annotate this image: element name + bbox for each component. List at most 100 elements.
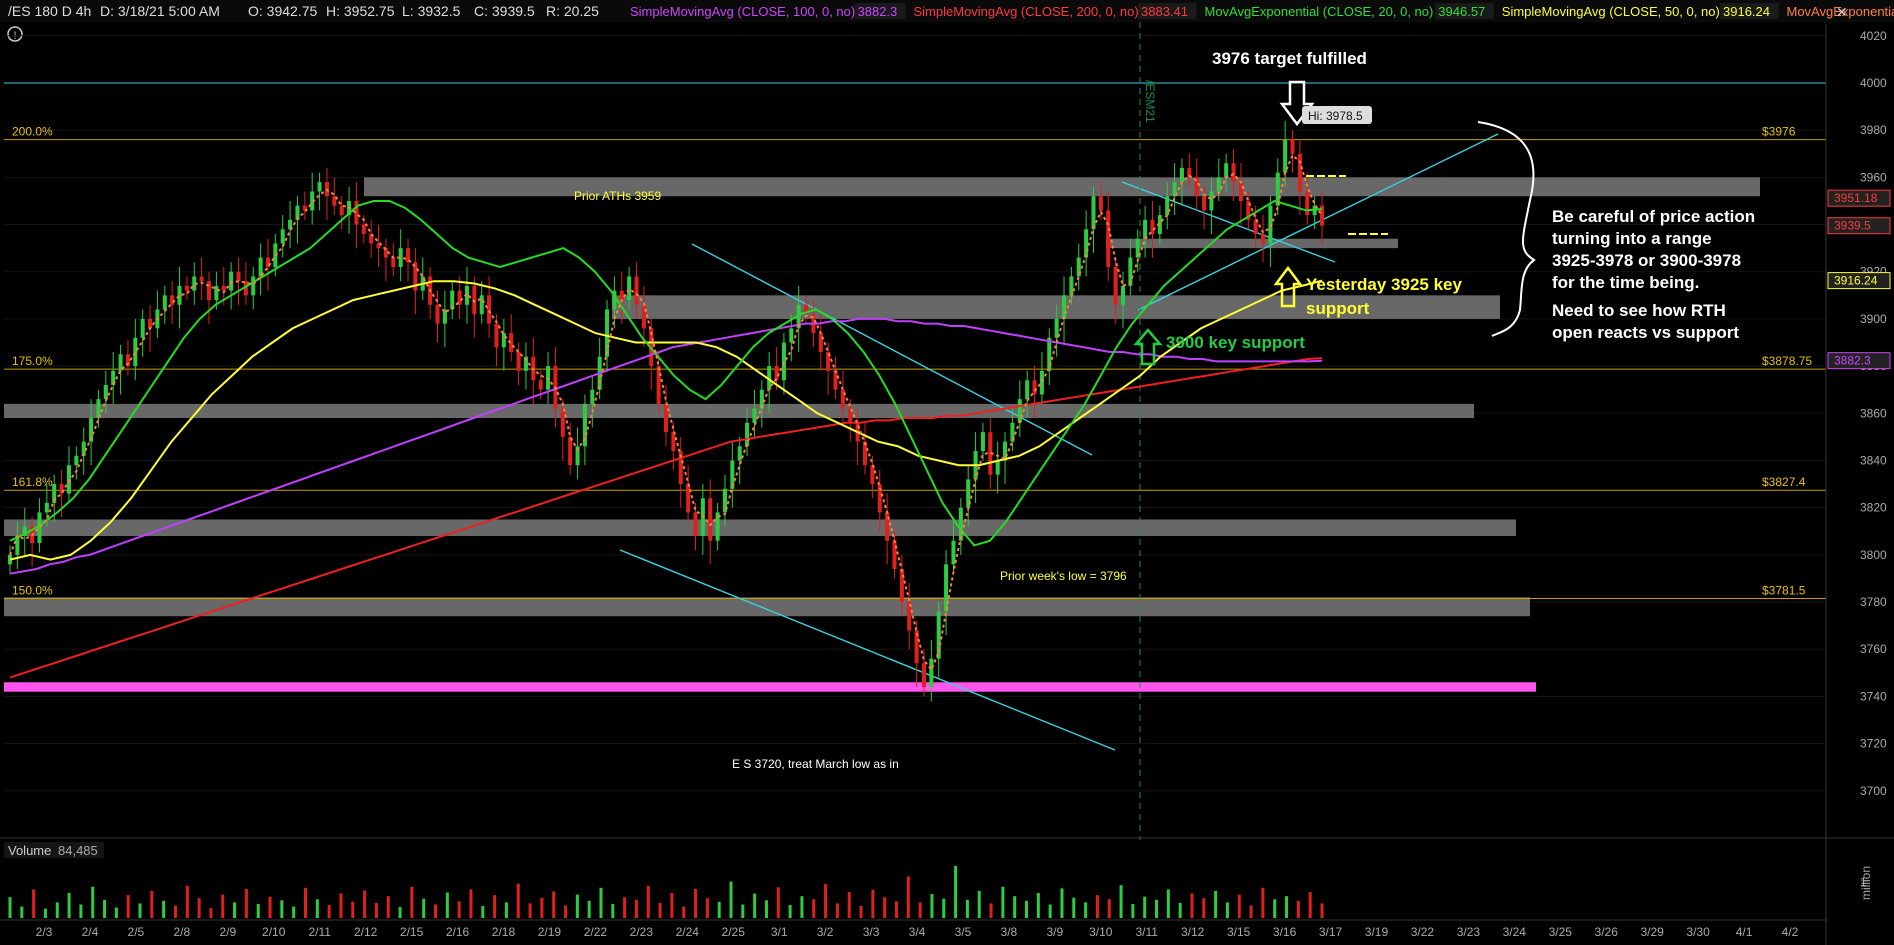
volume-bar [1178,902,1182,918]
volume-bar [457,901,461,918]
x-tick-label: 3/25 [1549,925,1573,939]
candle-body [1165,196,1170,216]
volume-bar [989,903,993,918]
volume-bar [1001,886,1005,918]
volume-bar [1013,896,1017,918]
y-tick-label: 3700 [1860,784,1887,798]
volume-bar [954,866,958,918]
candle-body [184,285,189,291]
x-tick-label: 2/19 [538,925,562,939]
y-tick-label: 3780 [1860,595,1887,609]
volume-bar [729,881,733,918]
annotation-yesterday-support: Yesterday 3925 key [1306,275,1463,294]
volume-bar [705,898,709,918]
x-tick-label: 3/29 [1640,925,1664,939]
volume-bar [741,904,745,918]
volume-bar [445,892,449,918]
candle-body [206,281,212,301]
x-tick-label: 3/8 [1001,925,1018,939]
x-tick-label: 3/19 [1365,925,1389,939]
open-label: O: 3942.75 [248,3,317,19]
volume-bar [528,903,532,918]
candle-body [1120,285,1126,305]
volume-bar [150,890,154,918]
volume-bar [1095,895,1099,918]
volume-bar [481,906,485,918]
candle-body [1290,139,1295,154]
volume-bar [43,908,47,918]
candle-body [590,389,595,404]
candle-body [929,658,934,687]
fib-level-price: $3976 [1762,125,1796,139]
x-tick-label: 2/11 [308,925,331,939]
volume-bar [717,901,721,918]
volume-bar [233,902,237,918]
y-tick-label: 3900 [1860,312,1887,326]
candle-body [641,304,646,329]
candle-body [1202,196,1207,211]
candle-body [892,540,897,570]
x-tick-label: 3/17 [1319,925,1343,939]
range-label: R: 20.25 [546,3,599,19]
volume-bar [126,895,130,918]
volume-bar [883,897,887,918]
volume-bar [1155,899,1159,918]
price-tag-text: 3951.18 [1834,191,1878,205]
volume-bar [504,902,508,918]
x-tick-label: 3/2 [817,925,834,939]
x-tick-label: 3/4 [909,925,926,939]
candle-body [74,455,79,466]
volume-bar [268,896,272,918]
annotation-careful-line: Be careful of price action [1552,207,1755,226]
volume-bar [599,887,603,918]
candle-body [752,408,757,423]
x-tick-label: 2/25 [722,925,746,939]
candle-body [980,432,985,452]
volume-bar [280,900,284,918]
close-icon[interactable]: ✕ [1836,4,1848,20]
x-tick-label: 3/22 [1411,925,1435,939]
volume-bar [670,893,674,918]
volume-bar [91,886,95,918]
candle-body [958,507,963,541]
volume-bar [244,888,248,918]
candle-body [1179,167,1184,183]
volume-bar [1060,888,1064,918]
annotation-yesterday-support-2: support [1306,299,1370,318]
volume-bar [1131,903,1135,918]
volume-bar [363,890,367,918]
volume-bar [1025,900,1029,918]
contract-label: /ESM21 [1143,80,1157,123]
volume-bar [256,903,260,918]
volume-bar [1214,890,1218,918]
low-label: L: 3932.5 [402,3,461,19]
x-tick-label: 3/15 [1227,925,1251,939]
volume-bar [1285,896,1289,918]
volume-bar [398,907,402,918]
volume-bar [292,906,296,918]
price-chart[interactable]: /ES 180 D 4h D: 3/18/21 5:00 AM O: 3942.… [0,0,1894,945]
annotation-careful-line: open reacts vs support [1552,323,1739,342]
volume-bar [79,904,83,918]
close-label: C: 3939.5 [474,3,535,19]
y-tick-label: 3860 [1860,406,1887,420]
volume-bar [894,901,898,918]
candle-body [494,323,499,348]
volume-bar [835,903,839,918]
fib-level-pct: 150.0% [12,584,53,598]
price-tag-text: 3882.3 [1834,354,1871,368]
volume-bar [847,892,851,918]
volume-bar [552,891,556,918]
candle-body [870,465,875,485]
volume-bar [1166,889,1170,918]
volume-bar [1273,899,1277,918]
candle-body [339,205,344,216]
volume-bar [351,901,355,918]
candle-body [1025,380,1030,400]
candle-body [229,271,234,291]
x-tick-label: 3/1 [771,925,788,939]
candle-body [501,333,506,348]
symbol-label[interactable]: /ES 180 D 4h [8,3,91,19]
volume-bar [658,902,662,918]
volume-bar [1308,892,1312,918]
